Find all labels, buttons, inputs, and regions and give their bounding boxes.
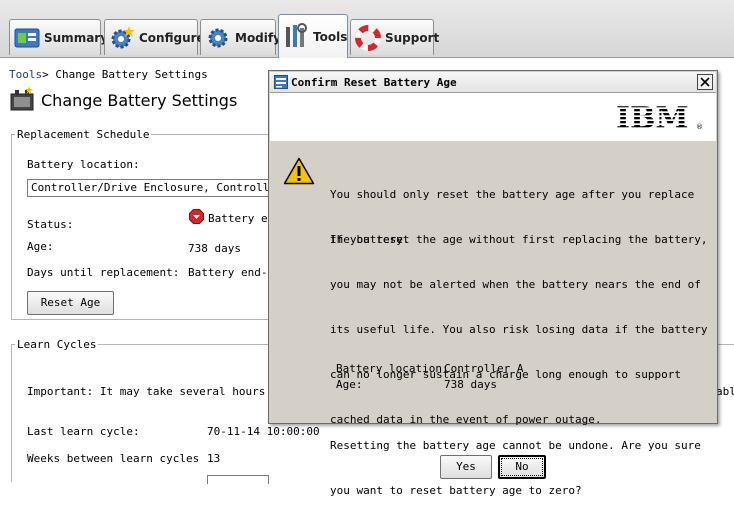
tab-tools[interactable]: Tools xyxy=(278,14,348,58)
status-label: Status: xyxy=(27,218,74,231)
days-until-replacement-value: Battery end-o xyxy=(188,266,275,279)
tab-support-label: Support xyxy=(385,30,440,45)
svg-text:®: ® xyxy=(696,123,703,131)
learn-cycles-legend: Learn Cycles xyxy=(15,338,99,351)
warning-icon xyxy=(283,157,315,185)
tab-configure[interactable]: Configure xyxy=(104,19,205,55)
status-value: Battery ex xyxy=(208,212,275,225)
lifebuoy-icon xyxy=(355,24,381,51)
breadcrumb-separator: > xyxy=(42,68,49,81)
breadcrumb-current: Change Battery Settings xyxy=(55,68,208,81)
battery-location-field[interactable]: Controller/Drive Enclosure, Controller A xyxy=(27,179,273,197)
tab-summary[interactable]: Summary xyxy=(9,19,108,55)
summary-icon xyxy=(14,28,40,47)
learn-important-text: Important: It may take several hours for xyxy=(27,385,292,398)
age-value: 738 days xyxy=(188,242,241,255)
breadcrumb-tools-link[interactable]: Tools xyxy=(9,68,42,81)
yes-button[interactable]: Yes xyxy=(440,455,492,479)
tab-modify[interactable]: Modify xyxy=(200,19,281,55)
configure-gear-icon xyxy=(111,25,135,48)
message-line: its useful life. You also risk losing da… xyxy=(330,323,708,336)
tab-tools-label: Tools xyxy=(313,29,348,44)
tab-modify-label: Modify xyxy=(235,30,281,45)
weeks-between-label: Weeks between learn cycles xyxy=(27,452,200,465)
days-until-replacement-label: Days until replacement: xyxy=(27,266,180,279)
dialog-title-bar[interactable]: Confirm Reset Battery Age xyxy=(270,72,716,93)
reset-age-button[interactable]: Reset Age xyxy=(27,291,114,315)
detail-location-value: Controller A xyxy=(444,362,524,375)
close-icon xyxy=(700,77,710,87)
battery-location-label: Battery location: xyxy=(27,158,140,171)
age-label: Age: xyxy=(27,240,54,253)
tab-configure-label: Configure xyxy=(139,30,205,45)
tab-summary-label: Summary xyxy=(44,30,109,45)
modify-gear-icon xyxy=(208,28,228,47)
message-line: Resetting the battery age cannot be undo… xyxy=(330,439,701,452)
replacement-schedule-legend: Replacement Schedule xyxy=(15,128,152,141)
svg-text:IBM: IBM xyxy=(616,101,689,133)
breadcrumb: Tools> Change Battery Settings xyxy=(9,68,208,81)
detail-location-label: Battery location: xyxy=(336,362,449,375)
navigation-tab-bar: Summary Configure Modify Tools Support xyxy=(0,0,734,58)
tools-icon xyxy=(286,22,307,47)
last-learn-cycle-label: Last learn cycle: xyxy=(27,425,140,438)
detail-age-label: Age: xyxy=(336,378,363,391)
last-learn-cycle-value: 70-11-14 10:00:00 xyxy=(207,425,320,438)
dialog-app-icon xyxy=(274,75,288,89)
dialog-close-button[interactable] xyxy=(697,74,713,90)
dialog-body: You should only reset the battery age af… xyxy=(270,142,716,497)
confirm-reset-dialog: Confirm Reset Battery Age IBM ® You shou… xyxy=(268,70,718,497)
message-line: you may not be alerted when the battery … xyxy=(330,278,701,291)
ibm-logo: IBM ® xyxy=(616,101,703,133)
message-line: If you reset the age without first repla… xyxy=(330,233,708,246)
no-button[interactable]: No xyxy=(498,455,546,479)
stop-status-icon xyxy=(189,209,204,224)
learn-important-text-tail: abl xyxy=(716,385,734,398)
weeks-between-value: 13 xyxy=(207,452,221,465)
battery-icon xyxy=(10,86,34,111)
tab-support[interactable]: Support xyxy=(350,19,439,55)
weeks-spinner-field[interactable] xyxy=(207,475,269,484)
message-line: You should only reset the battery age af… xyxy=(330,188,695,201)
dialog-title: Confirm Reset Battery Age xyxy=(291,76,457,89)
page-title: Change Battery Settings xyxy=(41,91,238,110)
message-line: you want to reset battery age to zero? xyxy=(330,484,582,497)
dialog-banner: IBM ® xyxy=(270,93,716,141)
detail-age-value: 738 days xyxy=(444,378,497,391)
